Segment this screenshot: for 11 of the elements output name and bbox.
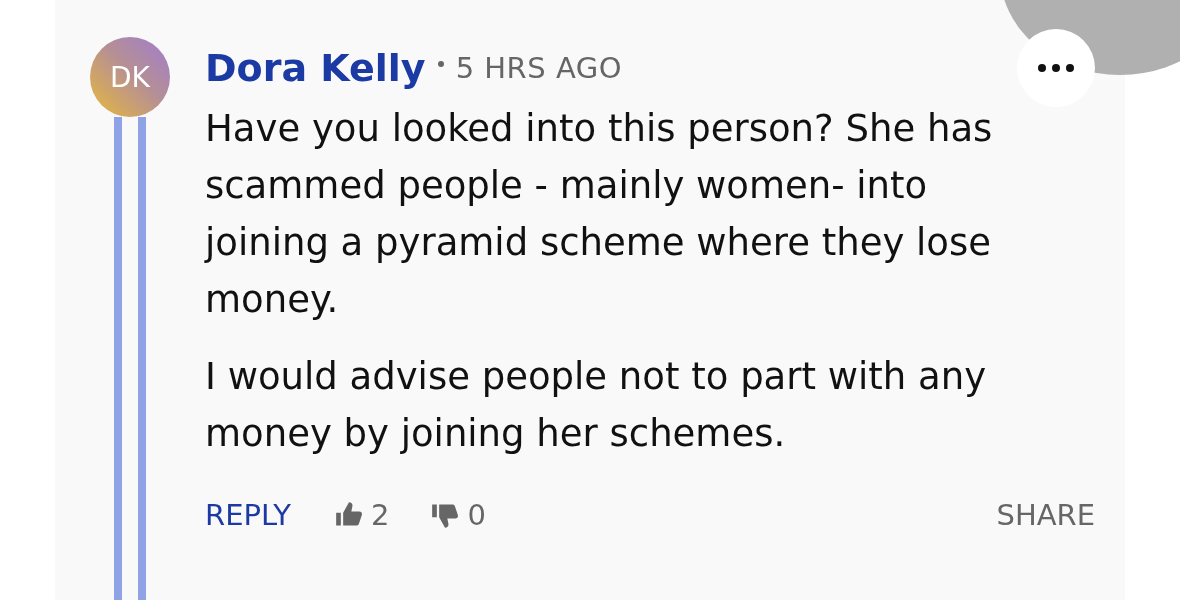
comment-text: I would advise people not to part with any money by joining her schemes. <box>205 354 988 457</box>
thumbs-up-icon <box>335 501 363 529</box>
reply-button[interactable]: REPLY <box>205 498 291 532</box>
timestamp: 5 HRS AGO <box>455 51 623 85</box>
author-name[interactable]: Dora Kelly <box>205 46 426 90</box>
dislike-button[interactable]: 0 <box>431 498 486 532</box>
share-button[interactable]: SHARE <box>996 498 1095 532</box>
avatar: DK <box>90 37 170 117</box>
comment-text: Have you looked into this person? She has scammed people - mainly women- into joining a pyramid scheme where they lose money. <box>205 106 994 323</box>
like-button[interactable]: 2 <box>335 498 390 532</box>
separator-dot <box>437 61 444 67</box>
